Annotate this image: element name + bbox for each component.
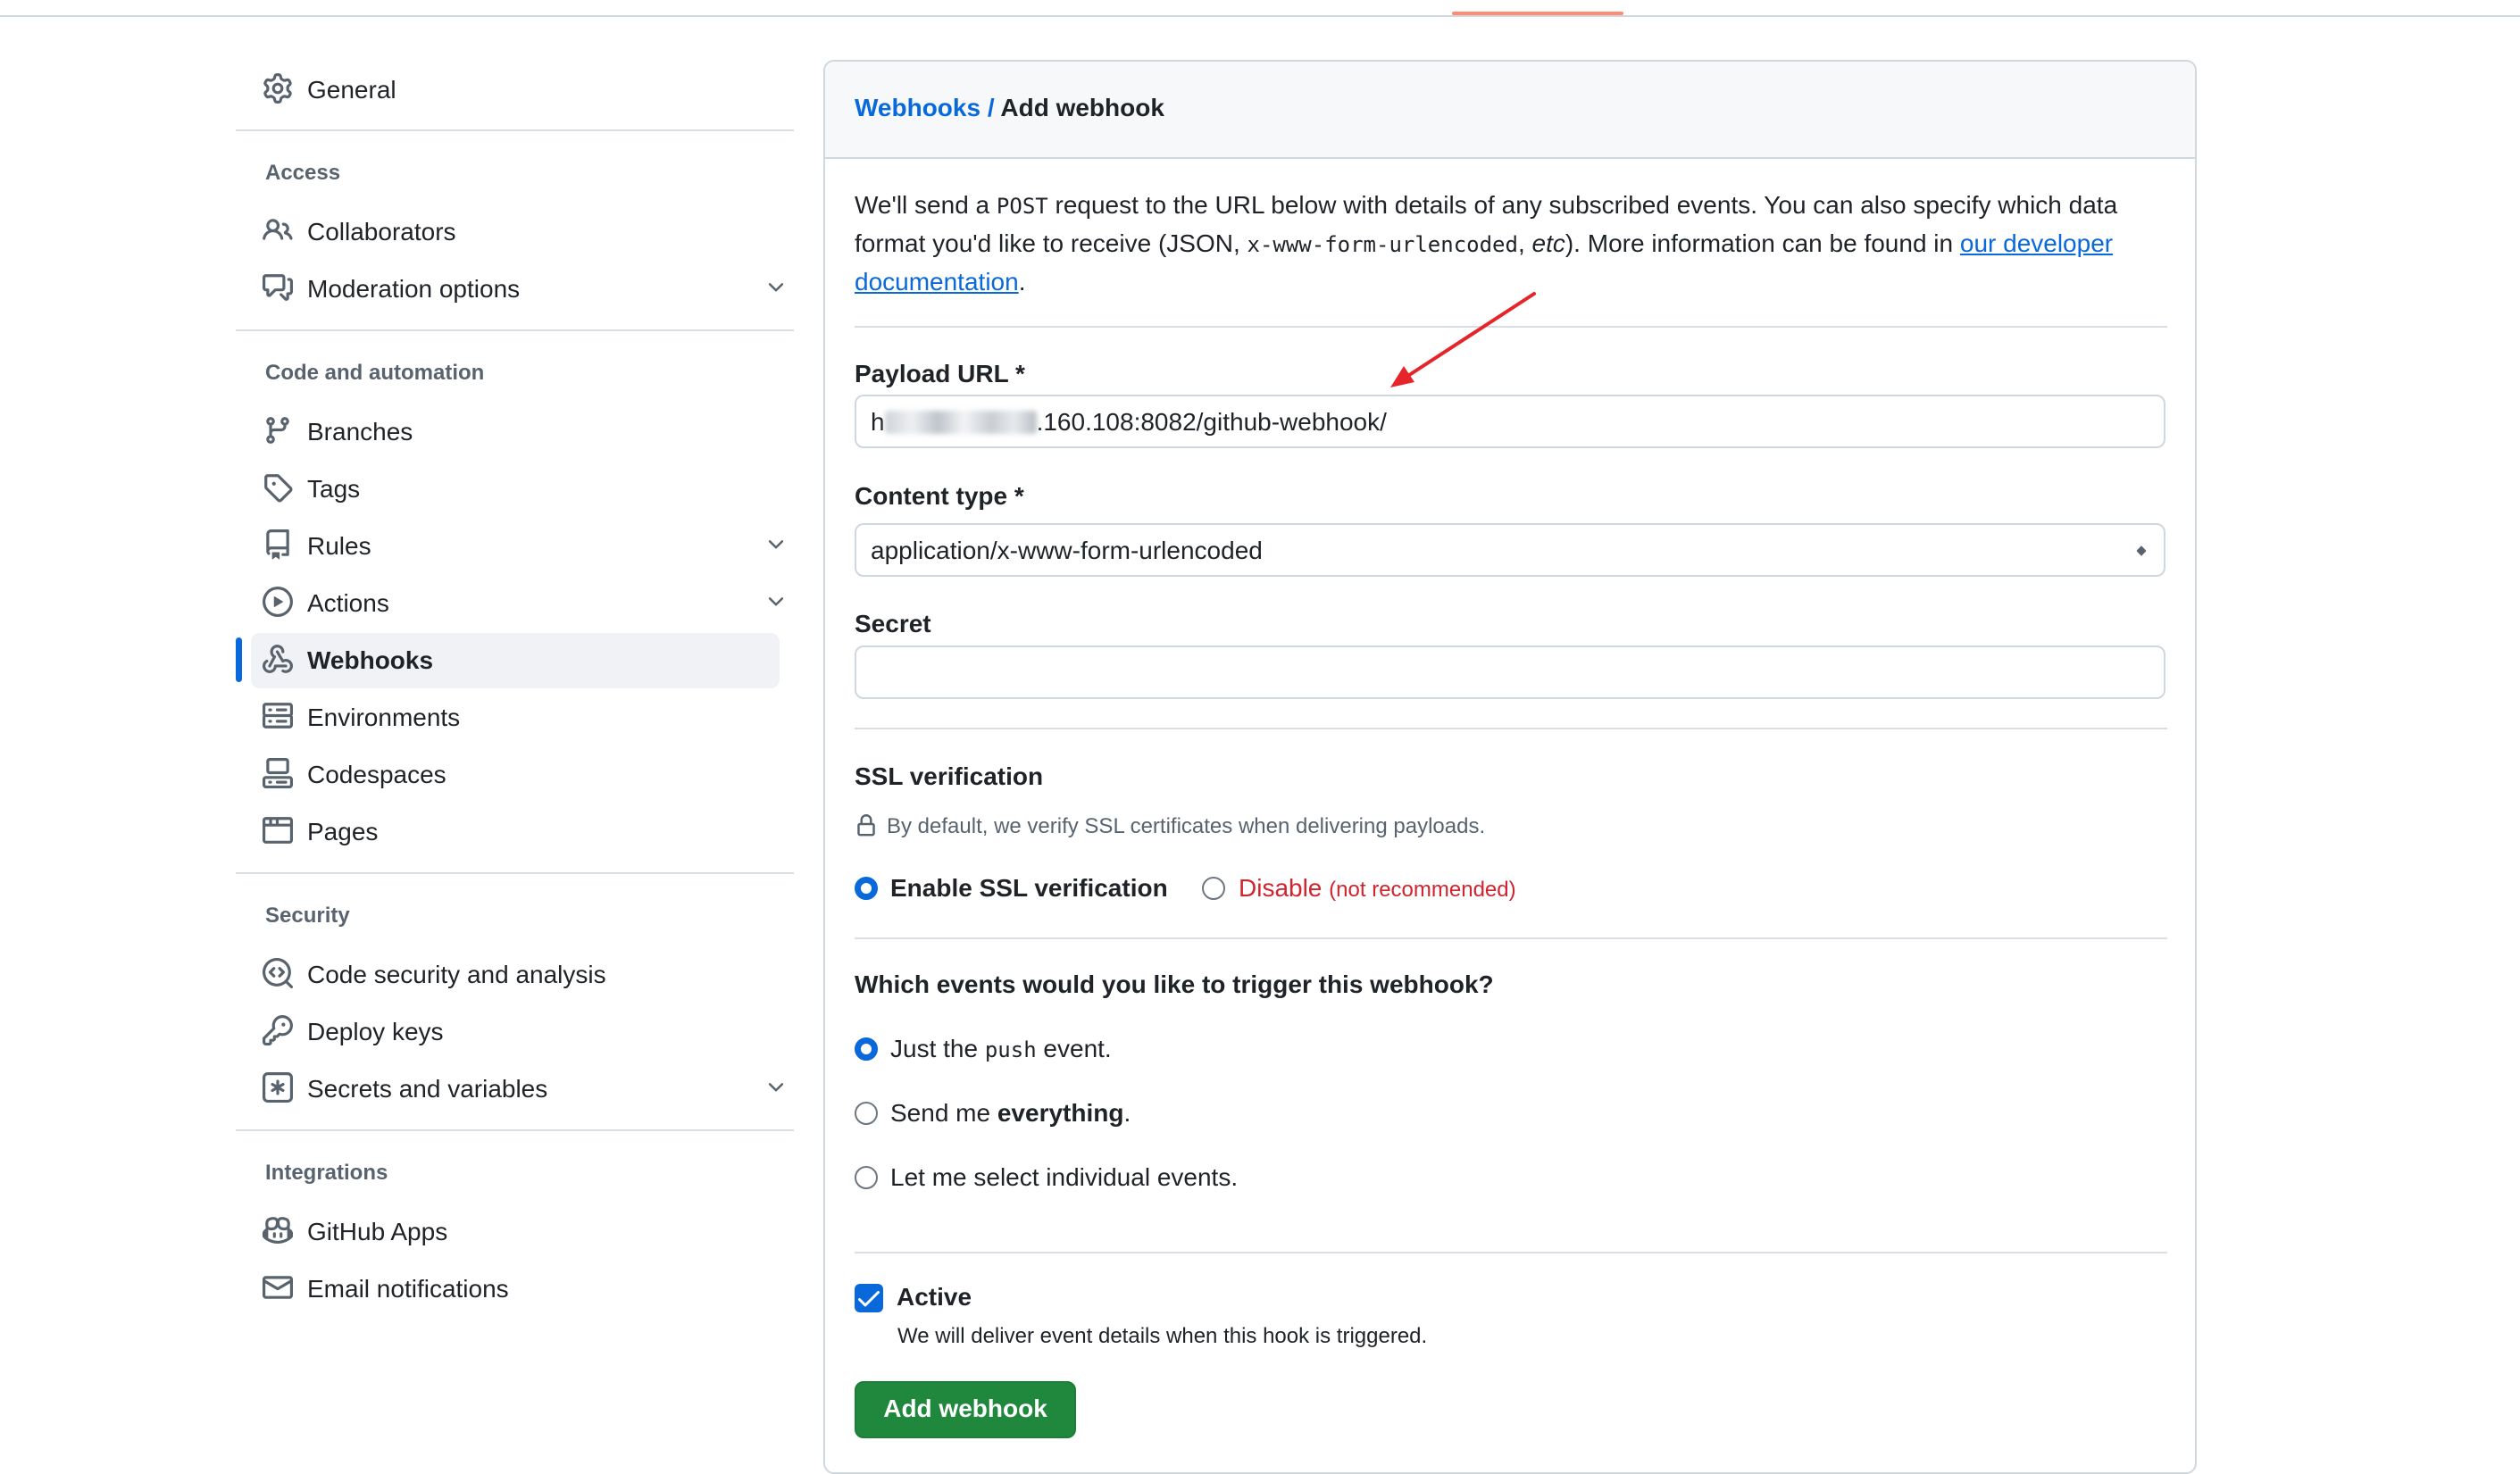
content-type-value: application/x-www-form-urlencoded: [871, 537, 1263, 564]
select-individual-radio[interactable]: [855, 1166, 878, 1189]
git-branch-icon: [263, 415, 293, 446]
enable-ssl-label[interactable]: Enable SSL verification: [890, 874, 1168, 903]
people-icon: [263, 215, 293, 246]
content-type-select[interactable]: application/x-www-form-urlencoded: [855, 523, 2165, 577]
page-title: Add webhook: [1000, 94, 1164, 121]
sidebar-item-label: Actions: [307, 589, 389, 617]
active-checkbox[interactable]: [855, 1284, 883, 1312]
sidebar-item-label: GitHub Apps: [307, 1218, 448, 1245]
section-heading-security: Security: [265, 904, 350, 928]
mail-icon: [263, 1272, 293, 1303]
events-question: Which events would you like to trigger t…: [855, 970, 1494, 998]
disable-ssl-radio[interactable]: [1202, 877, 1225, 900]
enable-ssl-radio[interactable]: [855, 877, 878, 900]
sidebar-item-label: Secrets and variables: [307, 1075, 548, 1103]
redacted-host-blur: [884, 411, 1037, 434]
browser-icon: [263, 815, 293, 845]
comment-discussion-icon: [263, 272, 293, 303]
server-icon: [263, 701, 293, 731]
section-heading-integrations: Integrations: [265, 1161, 388, 1185]
chevron-down-icon[interactable]: [764, 590, 788, 613]
ssl-verification-heading: SSL verification: [855, 762, 1044, 790]
sidebar-item-label: General: [307, 76, 396, 104]
send-everything-radio[interactable]: [855, 1102, 878, 1125]
send-everything-label[interactable]: Send me everything.: [890, 1099, 1131, 1128]
payload-url-value: h .160.108:8082/github-webhook/: [871, 408, 1387, 436]
add-webhook-panel: Webhooks / Add webhook We'll send a POST…: [823, 60, 2197, 1474]
disable-ssl-label[interactable]: Disable (not recommended): [1239, 874, 1516, 903]
copilot-icon: [263, 1215, 293, 1245]
section-divider: [855, 728, 2167, 729]
active-description: We will deliver event details when this …: [897, 1324, 1428, 1348]
section-divider: [855, 326, 2167, 328]
sidebar-item-label: Codespaces: [307, 761, 446, 788]
sidebar-item-label: Collaborators: [307, 218, 456, 246]
key-icon: [263, 1015, 293, 1045]
add-webhook-button[interactable]: Add webhook: [855, 1381, 1076, 1438]
chevron-down-icon[interactable]: [764, 1076, 788, 1099]
sidebar-item-label: Deploy keys: [307, 1018, 444, 1045]
panel-header: Webhooks / Add webhook: [825, 62, 2195, 159]
ssl-note: By default, we verify SSL certificates w…: [855, 813, 1485, 839]
section-divider: [855, 937, 2167, 939]
breadcrumb-separator: /: [987, 94, 995, 121]
not-recommended-note: (not recommended): [1329, 878, 1516, 902]
sidebar-item-label: Email notifications: [307, 1275, 509, 1303]
just-push-radio[interactable]: [855, 1037, 878, 1061]
section-heading-access: Access: [265, 161, 341, 185]
sidebar-item-label: Environments: [307, 704, 461, 731]
repo-push-icon: [263, 529, 293, 560]
codescan-icon: [262, 957, 294, 989]
payload-url-input[interactable]: h .160.108:8082/github-webhook/: [855, 395, 2165, 448]
secret-input[interactable]: [855, 645, 2165, 699]
active-item-indicator: [236, 637, 242, 682]
selected-tab-underline: [1452, 12, 1623, 15]
codespaces-icon: [263, 758, 293, 788]
sidebar-divider: [236, 872, 794, 874]
select-individual-label[interactable]: Let me select individual events.: [890, 1163, 1238, 1192]
active-label[interactable]: Active: [897, 1283, 972, 1312]
play-icon: [263, 587, 293, 617]
lock-icon: [857, 814, 875, 837]
sidebar-item-label: Branches: [307, 418, 413, 446]
form-urlencoded-code: x-www-form-urlencoded: [1247, 232, 1518, 257]
just-push-label[interactable]: Just the push event.: [890, 1035, 1112, 1063]
push-code: push: [984, 1037, 1037, 1062]
select-arrows-icon: [2136, 545, 2147, 556]
intro-text: We'll send a POST request to the URL bel…: [855, 191, 2118, 296]
post-code: POST: [996, 194, 1048, 219]
tag-icon: [263, 472, 293, 503]
chevron-down-icon[interactable]: [764, 276, 788, 299]
sidebar-item-label: Tags: [307, 475, 361, 503]
settings-sidebar: General Access Collaborators Moderation …: [236, 0, 794, 1443]
payload-url-label: Payload URL *: [855, 360, 1025, 387]
sidebar-item-label: Code security and analysis: [307, 961, 606, 988]
sidebar-divider: [236, 1129, 794, 1131]
gear-icon: [263, 73, 293, 104]
check-icon: [858, 1291, 880, 1307]
sidebar-divider: [236, 129, 794, 131]
webhook-icon: [262, 644, 293, 674]
sidebar-item-label: Pages: [307, 818, 379, 845]
section-divider: [855, 1252, 2167, 1253]
sidebar-item-label: Moderation options: [307, 275, 521, 303]
secret-label: Secret: [855, 610, 931, 637]
breadcrumb: Webhooks / Add webhook: [855, 94, 1164, 122]
section-heading-code-and-automation: Code and automation: [265, 361, 485, 385]
content-type-label: Content type *: [855, 482, 1024, 510]
sidebar-item-label: Webhooks: [307, 646, 434, 674]
sidebar-item-label: Rules: [307, 532, 371, 560]
chevron-down-icon[interactable]: [764, 533, 788, 556]
sidebar-divider: [236, 329, 794, 331]
breadcrumb-webhooks-link[interactable]: Webhooks: [855, 94, 980, 121]
key-asterisk-icon: [263, 1072, 293, 1103]
